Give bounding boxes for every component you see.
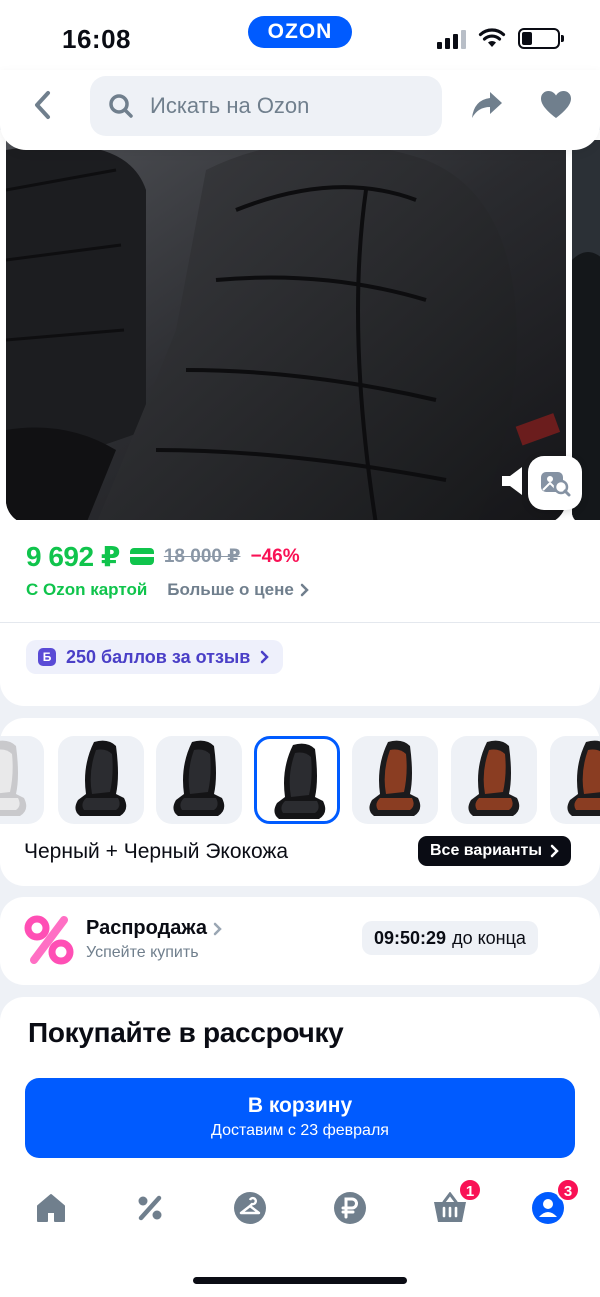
variant-thumbnail[interactable] bbox=[254, 736, 340, 824]
search-placeholder: Искать на Ozon bbox=[150, 93, 310, 118]
all-variants-button[interactable]: Все варианты bbox=[418, 836, 571, 866]
status-time: 16:08 bbox=[62, 24, 131, 54]
bottom-tab-bar: 1 3 bbox=[0, 1174, 600, 1244]
status-bar: 16:08 OZON bbox=[0, 0, 600, 70]
sale-card[interactable]: Распродажа Успейте купить 09:50:29 до ко… bbox=[0, 897, 600, 985]
more-about-price-label: Больше о цене bbox=[167, 580, 294, 599]
heart-icon[interactable] bbox=[540, 90, 572, 125]
divider bbox=[0, 622, 600, 623]
ozon-card-icon bbox=[129, 548, 154, 565]
variant-thumbnail[interactable] bbox=[156, 736, 242, 824]
price-row: 9 692 ₽ 18 000 ₽ −46% bbox=[26, 540, 300, 573]
variant-thumbnail[interactable] bbox=[0, 736, 44, 824]
chevron-right-icon bbox=[300, 583, 309, 597]
sale-timer: 09:50:29 до конца bbox=[362, 921, 538, 955]
home-icon[interactable] bbox=[31, 1188, 71, 1228]
selected-variant-label: Черный + Черный Экокожа bbox=[24, 840, 289, 863]
profile-icon[interactable]: 3 bbox=[528, 1178, 580, 1228]
share-arrow-icon[interactable] bbox=[470, 90, 504, 125]
variant-thumbnail[interactable] bbox=[58, 736, 144, 824]
price-sub-row: С Ozon картой Больше о цене bbox=[26, 580, 309, 600]
timer-value: 09:50:29 bbox=[374, 927, 447, 948]
status-icons bbox=[437, 28, 564, 49]
add-to-cart-label: В корзину bbox=[247, 1094, 353, 1117]
delivery-date-label: Доставим с 23 февраля bbox=[211, 1122, 389, 1139]
sale-subtitle: Успейте купить bbox=[86, 944, 199, 961]
all-variants-label: Все варианты bbox=[430, 842, 542, 859]
review-bonus-chip[interactable]: Б 250 баллов за отзыв bbox=[26, 640, 284, 674]
home-indicator[interactable] bbox=[193, 1277, 407, 1284]
hanger-icon[interactable] bbox=[230, 1188, 270, 1228]
image-search-icon[interactable] bbox=[528, 456, 582, 510]
installment-title: Покупайте в рассрочку bbox=[28, 1017, 344, 1048]
variant-list bbox=[0, 736, 600, 824]
top-navigation: Искать на Ozon bbox=[0, 70, 600, 150]
cart-badge: 1 bbox=[458, 1178, 482, 1202]
variant-thumbnail[interactable] bbox=[451, 736, 537, 824]
add-to-cart-button[interactable]: В корзину Доставим с 23 февраля bbox=[25, 1078, 575, 1158]
search-icon bbox=[109, 94, 133, 118]
ozon-card-label: С Ozon картой bbox=[26, 580, 148, 599]
sale-title-text: Распродажа bbox=[86, 917, 207, 939]
battery-icon bbox=[518, 28, 564, 49]
current-price: 9 692 ₽ bbox=[26, 541, 120, 572]
cart-icon[interactable]: 1 bbox=[430, 1178, 482, 1228]
sale-title[interactable]: Распродажа bbox=[86, 917, 222, 940]
search-input[interactable]: Искать на Ozon bbox=[90, 76, 442, 136]
bonus-text: 250 баллов за отзыв bbox=[66, 646, 251, 667]
installment-card: Покупайте в рассрочку В корзину Доставим… bbox=[0, 997, 600, 1297]
ozon-logo: OZON bbox=[248, 16, 352, 48]
wifi-icon bbox=[478, 28, 506, 47]
chevron-right-icon bbox=[550, 844, 559, 858]
signal-icon bbox=[437, 29, 466, 49]
variant-thumbnail[interactable] bbox=[550, 736, 600, 824]
variants-card: Черный + Черный Экокожа Все варианты bbox=[0, 718, 600, 886]
ruble-icon[interactable] bbox=[330, 1188, 370, 1228]
profile-badge: 3 bbox=[556, 1178, 580, 1202]
product-photo[interactable] bbox=[6, 130, 566, 524]
chevron-right-icon bbox=[213, 922, 222, 935]
timer-suffix: до конца bbox=[452, 927, 526, 948]
chevron-right-icon bbox=[261, 650, 270, 664]
speaker-icon[interactable] bbox=[500, 464, 528, 503]
more-about-price-link[interactable]: Больше о цене bbox=[167, 580, 309, 600]
discount-badge: −46% bbox=[250, 545, 300, 567]
percent-icon[interactable] bbox=[130, 1188, 170, 1228]
bonus-icon: Б bbox=[38, 648, 56, 666]
chevron-left-icon[interactable] bbox=[26, 88, 60, 122]
price-card: 9 692 ₽ 18 000 ₽ −46% С Ozon картой Боль… bbox=[0, 520, 600, 706]
product-screen: 16:08 OZON Искать на Ozon 9 692 ₽ 18 000… bbox=[0, 0, 600, 1297]
variant-thumbnail[interactable] bbox=[352, 736, 438, 824]
old-price: 18 000 ₽ bbox=[163, 546, 241, 567]
percent-sale-icon bbox=[24, 915, 74, 965]
